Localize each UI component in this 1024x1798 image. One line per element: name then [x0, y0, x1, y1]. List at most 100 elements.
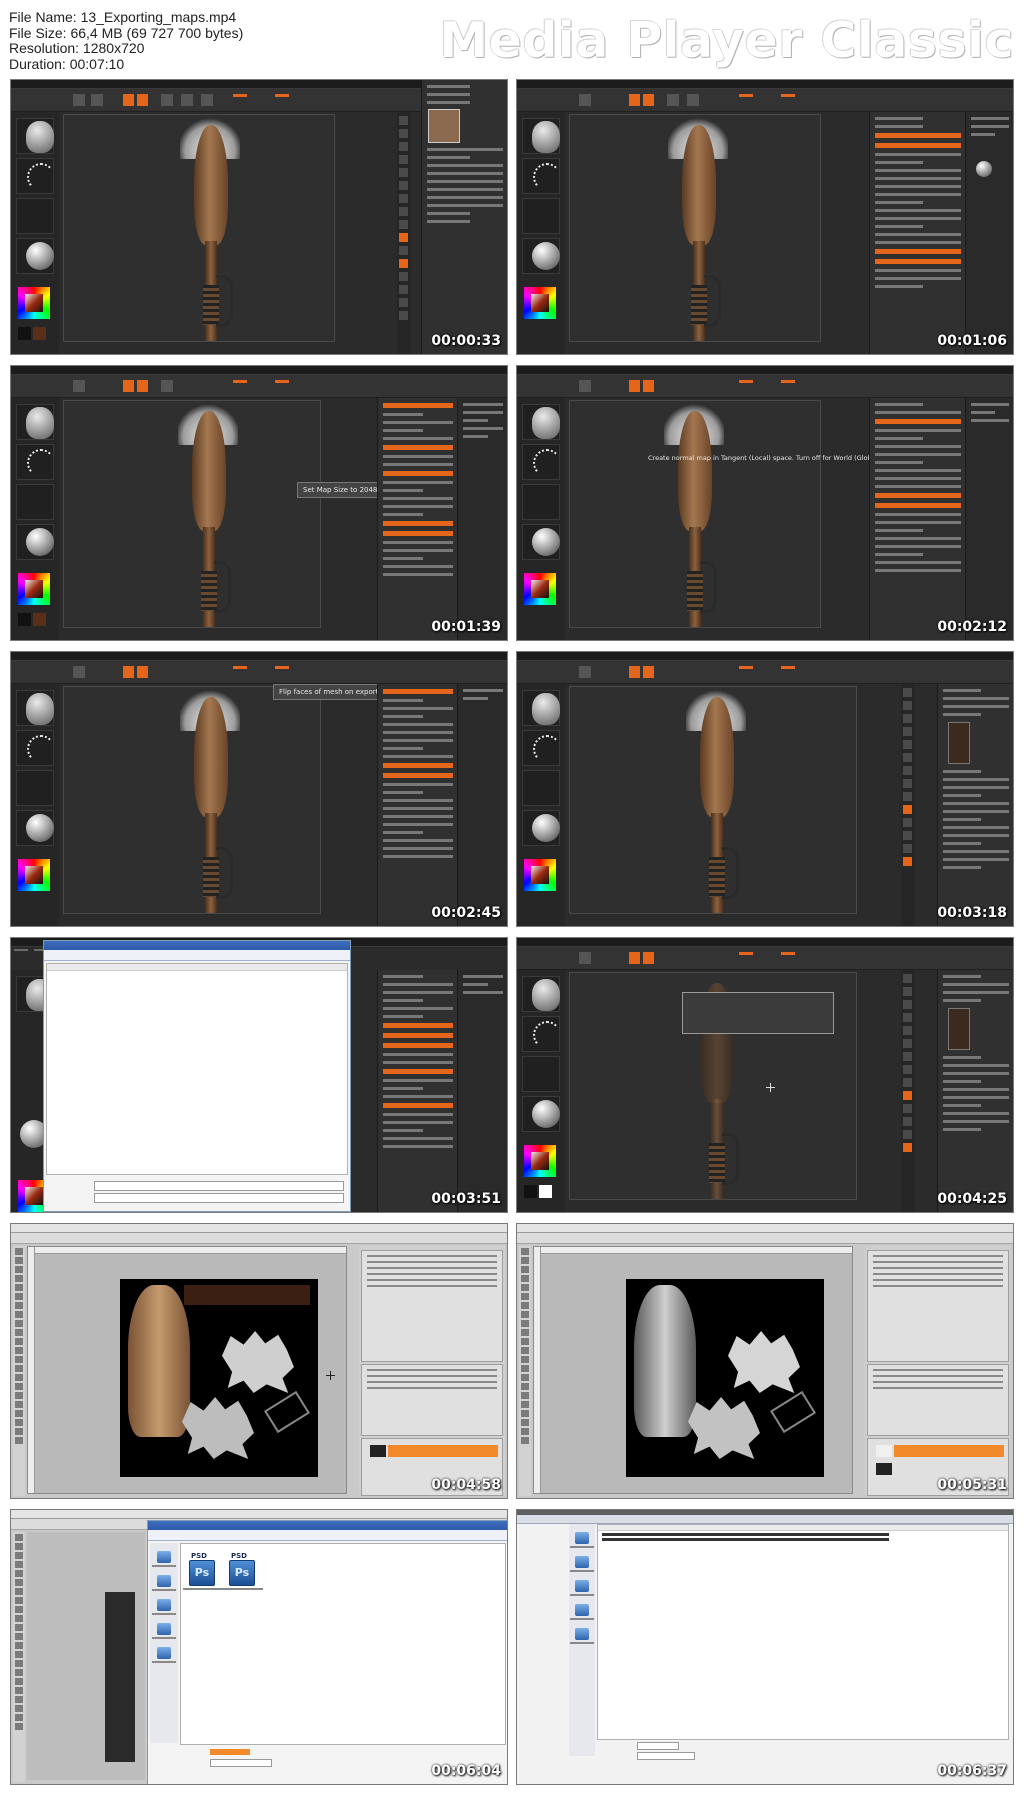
zbrush-toolbar [11, 375, 507, 398]
zbrush-canvas[interactable] [569, 114, 821, 342]
photoshop-toolbox[interactable] [519, 1246, 531, 1496]
zbrush-material-panel [965, 112, 1013, 354]
photoshop-toolbox[interactable] [13, 1246, 25, 1496]
map-size-tooltip: Set Map Size to 2048 [297, 482, 384, 498]
crosshair-cursor-icon [326, 1371, 335, 1380]
zbrush-subtool-panel[interactable] [937, 684, 1013, 926]
zbrush-canvas[interactable] [63, 400, 321, 628]
zbrush-right-shelf [901, 970, 915, 1212]
save-dialog-titlebar [44, 941, 350, 950]
photoshop-options-bar [517, 1233, 1013, 1244]
maps-created-notice [682, 992, 834, 1034]
zbrush-left-shelf [517, 398, 565, 640]
file-row[interactable] [602, 1538, 889, 1541]
photoshop-toolbox[interactable] [13, 1532, 25, 1782]
zbrush-left-shelf [517, 112, 565, 354]
save-dialog[interactable] [43, 940, 351, 1212]
resolution-line: Resolution: 1280x720 [9, 40, 145, 56]
zbrush-material-panel [965, 398, 1013, 640]
zbrush-material-panel [457, 398, 507, 640]
files-of-type-select[interactable] [210, 1759, 272, 1767]
zbrush-canvas[interactable] [569, 400, 821, 628]
zbrush-export-menu[interactable] [421, 80, 507, 354]
thumbnail-9[interactable]: 00:04:58 [10, 1223, 508, 1499]
zbrush-tool-panel[interactable] [869, 398, 966, 640]
timestamp: 00:04:58 [431, 1477, 501, 1493]
save-dialog-address-bar[interactable] [44, 950, 350, 961]
explorer-file-list[interactable] [597, 1524, 1009, 1740]
zbrush-material-panel [457, 970, 507, 1212]
open-dialog-file-area[interactable]: PSD Ps PSD Ps [180, 1543, 506, 1745]
timestamp: 00:06:04 [431, 1763, 501, 1779]
zbrush-canvas[interactable] [569, 686, 857, 914]
thumbnail-12[interactable]: 00:06:37 [516, 1509, 1014, 1785]
thumbnail-10[interactable]: 00:05:31 [516, 1223, 1014, 1499]
psd-file-icon[interactable]: PSD Ps [223, 1552, 263, 1590]
thumbnail-3[interactable]: Set Map Size to 2048 00:01:39 [10, 365, 508, 641]
open-dialog-places-bar[interactable] [150, 1543, 178, 1743]
photoshop-menubar [517, 1224, 1013, 1233]
zbrush-subtool-panel[interactable] [937, 970, 1013, 1212]
zbrush-right-shelf [397, 112, 411, 354]
photoshop-options-bar [11, 1233, 507, 1244]
zbrush-toolbar [11, 661, 507, 684]
timestamp: 00:06:37 [937, 1763, 1007, 1779]
texture-map-gray [626, 1279, 824, 1477]
zbrush-tool-panel[interactable] [377, 970, 458, 1212]
thumbnail-2[interactable]: 00:01:06 [516, 79, 1014, 355]
zbrush-canvas[interactable] [63, 686, 321, 914]
thumbnail-6[interactable]: 00:03:18 [516, 651, 1014, 927]
photoshop-menubar [11, 1510, 507, 1519]
zbrush-toolbar [517, 375, 1013, 398]
timestamp: 00:00:33 [431, 333, 501, 349]
open-dialog-look-in[interactable] [148, 1530, 507, 1541]
flip-tooltip: Flip faces of mesh on export. [273, 684, 387, 700]
thumbnail-4[interactable]: Create normal map in Tangent (Local) spa… [516, 365, 1014, 641]
file-name-field[interactable] [210, 1749, 250, 1755]
timestamp: 00:05:31 [937, 1477, 1007, 1493]
zbrush-toolbar [517, 661, 1013, 684]
zbrush-canvas[interactable] [63, 114, 335, 342]
photoshop-panels[interactable] [865, 1246, 1011, 1496]
photoshop-background-doc [27, 1532, 145, 1780]
file-info-block: File Name: 13_Exporting_maps.mp4 File Si… [9, 9, 244, 72]
media-player-classic-logo: Media Player Classic [439, 12, 1014, 69]
file-name-field[interactable] [637, 1742, 679, 1750]
zbrush-left-shelf [11, 112, 59, 354]
file-row[interactable] [602, 1533, 889, 1536]
zbrush-left-shelf [517, 970, 565, 1212]
crosshair-cursor-icon [766, 1083, 775, 1092]
zbrush-toolbar [517, 947, 1013, 970]
photoshop-document[interactable] [533, 1246, 853, 1494]
thumbnail-5[interactable]: Flip faces of mesh on export. 00:02:45 [10, 651, 508, 927]
thumbnail-7[interactable]: 00:03:51 [10, 937, 508, 1213]
zbrush-menubar [517, 366, 1013, 379]
photoshop-document[interactable] [27, 1246, 347, 1494]
psd-file-icon[interactable]: PSD Ps [183, 1552, 223, 1590]
thumbnail-1[interactable]: 00:00:33 [10, 79, 508, 355]
zbrush-menubar [11, 366, 507, 379]
zbrush-menubar [517, 938, 1013, 951]
zbrush-menubar [517, 80, 1013, 93]
save-as-type-select[interactable] [94, 1193, 344, 1203]
explorer-places-bar[interactable] [569, 1524, 595, 1756]
zbrush-left-shelf [11, 684, 59, 926]
zbrush-left-shelf [517, 684, 565, 926]
timestamp: 00:01:39 [431, 619, 501, 635]
explorer-address-bar[interactable] [517, 1515, 1013, 1524]
zbrush-tool-panel[interactable] [869, 112, 966, 354]
photoshop-panels[interactable] [359, 1246, 505, 1496]
file-size-line: File Size: 66,4 MB (69 727 700 bytes) [9, 24, 244, 41]
zbrush-toolbar [517, 89, 1013, 112]
zbrush-tool-panel[interactable] [377, 684, 458, 926]
file-name-field[interactable] [94, 1181, 344, 1191]
thumbnail-8[interactable]: 00:04:25 [516, 937, 1014, 1213]
format-select[interactable] [637, 1752, 695, 1760]
open-dialog-titlebar [148, 1521, 507, 1530]
duration-line: Duration: 00:07:10 [9, 55, 125, 72]
zbrush-tool-panel[interactable] [377, 398, 458, 640]
save-dialog-file-list[interactable] [46, 963, 348, 1175]
zbrush-menubar [11, 652, 507, 665]
thumbnail-11[interactable]: PSD Ps PSD Ps 00:06:04 [10, 1509, 508, 1785]
open-dialog[interactable]: PSD Ps PSD Ps [147, 1520, 507, 1784]
